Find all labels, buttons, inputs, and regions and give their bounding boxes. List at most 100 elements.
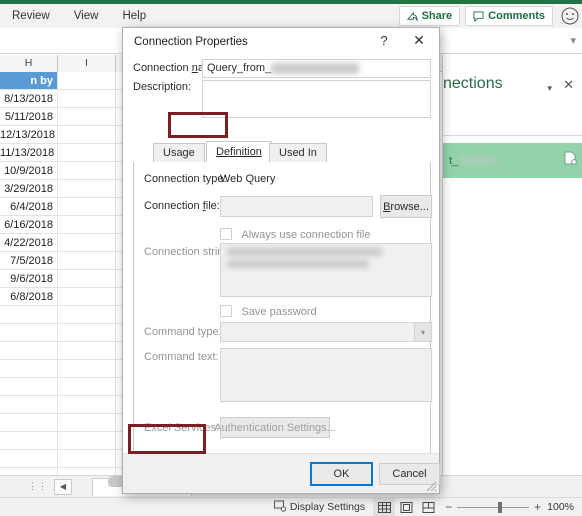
cell-h-4[interactable]: 11/13/2018 bbox=[0, 144, 58, 162]
comments-button[interactable]: Comments bbox=[465, 6, 553, 26]
cell-i-18[interactable] bbox=[58, 378, 116, 396]
cell-h-header[interactable]: n by bbox=[0, 72, 58, 90]
cell-i-13[interactable] bbox=[58, 288, 116, 306]
zoom-in-button[interactable]: + bbox=[534, 500, 541, 514]
zoom-slider-thumb[interactable] bbox=[498, 501, 503, 513]
chevron-down-icon[interactable]: ▾ bbox=[547, 83, 552, 94]
cell-h-7[interactable]: 6/4/2018 bbox=[0, 198, 58, 216]
cell-i-23[interactable] bbox=[58, 468, 116, 475]
connection-file-label: Connection file: bbox=[144, 200, 220, 212]
cell-h-12[interactable]: 6/8/2018 bbox=[0, 288, 58, 306]
cell-h-8[interactable]: 6/16/2018 bbox=[0, 216, 58, 234]
ribbon-tab-review[interactable]: Review bbox=[0, 4, 62, 28]
cell-i-16[interactable] bbox=[58, 342, 116, 360]
tab-definition[interactable]: Definition bbox=[206, 141, 272, 163]
cell-h-13[interactable] bbox=[0, 306, 58, 324]
sheet-nav-prev-button[interactable]: ◀ bbox=[54, 478, 72, 495]
cell-i-19[interactable] bbox=[58, 396, 116, 414]
cell-i-12[interactable] bbox=[58, 270, 116, 288]
command-type-select[interactable]: ▾ bbox=[220, 322, 432, 342]
cell-i-11[interactable] bbox=[58, 252, 116, 270]
zoom-out-button[interactable]: − bbox=[445, 500, 452, 514]
page-layout-view-button[interactable] bbox=[395, 498, 417, 516]
comment-icon bbox=[473, 10, 484, 22]
cell-i-14[interactable] bbox=[58, 306, 116, 324]
cancel-button-label: Cancel bbox=[392, 468, 427, 480]
query-document-icon[interactable] bbox=[564, 151, 577, 170]
cell-h-1[interactable]: 8/13/2018 bbox=[0, 90, 58, 108]
cell-i-15[interactable] bbox=[58, 324, 116, 342]
cell-h-14[interactable] bbox=[0, 324, 58, 342]
formula-bar-expand-icon[interactable]: ▾ bbox=[570, 34, 576, 47]
description-input[interactable] bbox=[202, 80, 431, 118]
connection-type-row: Connection type: Web Query bbox=[144, 173, 275, 185]
connection-type-label: Connection type: bbox=[144, 173, 227, 185]
share-button[interactable]: Share bbox=[398, 6, 461, 26]
cell-h-11[interactable]: 9/6/2018 bbox=[0, 270, 58, 288]
cell-i-9[interactable] bbox=[58, 216, 116, 234]
ribbon-tab-view[interactable]: View bbox=[62, 4, 111, 28]
always-use-connection-file-checkbox-row[interactable]: Always use connection file bbox=[220, 225, 370, 243]
connection-name-input[interactable]: Query_from_ bbox=[202, 59, 431, 78]
cell-i-7[interactable] bbox=[58, 180, 116, 198]
tab-usage[interactable]: Usage bbox=[153, 143, 205, 163]
cell-h-15[interactable] bbox=[0, 342, 58, 360]
column-header-i[interactable]: I bbox=[58, 55, 116, 72]
cell-i-17[interactable] bbox=[58, 360, 116, 378]
cell-i-8[interactable] bbox=[58, 198, 116, 216]
cell-i-1[interactable] bbox=[58, 72, 116, 90]
connection-file-row: Connection file: bbox=[144, 200, 220, 212]
cell-h-16[interactable] bbox=[0, 360, 58, 378]
excel-services-row: Excel Services: bbox=[144, 422, 219, 434]
cell-i-6[interactable] bbox=[58, 162, 116, 180]
cell-h-22[interactable] bbox=[0, 468, 58, 475]
cell-h-9[interactable]: 4/22/2018 bbox=[0, 234, 58, 252]
ok-button[interactable]: OK bbox=[310, 462, 373, 486]
always-use-connection-file-checkbox[interactable] bbox=[220, 227, 232, 240]
cell-i-3[interactable] bbox=[58, 108, 116, 126]
authentication-settings-label: Authentication Settings... bbox=[214, 421, 336, 434]
save-password-checkbox-row[interactable]: Save password bbox=[220, 302, 317, 320]
browse-button[interactable]: Browse... bbox=[380, 195, 432, 218]
cell-i-2[interactable] bbox=[58, 90, 116, 108]
column-header-h[interactable]: H bbox=[0, 55, 58, 72]
tab-usage-label: Usage bbox=[163, 147, 195, 159]
cell-h-6[interactable]: 3/29/2018 bbox=[0, 180, 58, 198]
cell-i-22[interactable] bbox=[58, 450, 116, 468]
connection-file-input[interactable] bbox=[220, 196, 373, 217]
close-icon[interactable]: ✕ bbox=[409, 32, 429, 49]
chevron-down-icon[interactable]: ▾ bbox=[414, 323, 431, 341]
cell-h-3[interactable]: 12/13/2018 bbox=[0, 126, 58, 144]
cell-h-19[interactable] bbox=[0, 414, 58, 432]
close-icon[interactable]: ✕ bbox=[563, 77, 574, 93]
tab-used-in[interactable]: Used In bbox=[269, 143, 327, 163]
cell-h-10[interactable]: 7/5/2018 bbox=[0, 252, 58, 270]
page-break-preview-button[interactable] bbox=[417, 498, 439, 516]
cell-i-4[interactable] bbox=[58, 126, 116, 144]
resize-grip-icon[interactable] bbox=[426, 481, 437, 492]
help-icon[interactable]: ? bbox=[375, 33, 393, 48]
authentication-settings-button[interactable]: Authentication Settings... bbox=[214, 417, 336, 438]
query-list-item[interactable]: t_ bbox=[443, 143, 582, 178]
zoom-slider-track[interactable] bbox=[457, 501, 530, 513]
cell-i-5[interactable] bbox=[58, 144, 116, 162]
cell-h-2[interactable]: 5/11/2018 bbox=[0, 108, 58, 126]
display-settings-button[interactable]: Display Settings bbox=[266, 498, 373, 516]
save-password-label: Save password bbox=[241, 306, 317, 318]
connection-string-input[interactable] bbox=[220, 243, 432, 297]
command-text-input[interactable] bbox=[220, 348, 432, 402]
zoom-slider[interactable]: − + bbox=[439, 498, 547, 516]
cell-i-20[interactable] bbox=[58, 414, 116, 432]
save-password-checkbox[interactable] bbox=[220, 304, 232, 317]
cell-h-18[interactable] bbox=[0, 396, 58, 414]
cell-h-21[interactable] bbox=[0, 450, 58, 468]
cell-h-20[interactable] bbox=[0, 432, 58, 450]
normal-view-button[interactable] bbox=[373, 497, 396, 516]
cell-i-10[interactable] bbox=[58, 234, 116, 252]
cell-h-5[interactable]: 10/9/2018 bbox=[0, 162, 58, 180]
feedback-smiley-icon[interactable] bbox=[560, 6, 580, 26]
zoom-level-label[interactable]: 100% bbox=[547, 501, 582, 513]
cell-h-17[interactable] bbox=[0, 378, 58, 396]
cell-i-21[interactable] bbox=[58, 432, 116, 450]
ribbon-tab-help[interactable]: Help bbox=[110, 4, 158, 28]
